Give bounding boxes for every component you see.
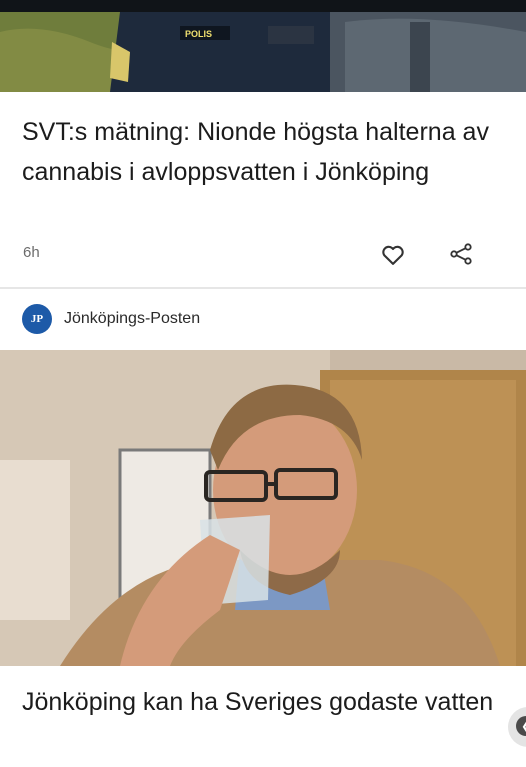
source-name: Jönköpings-Posten bbox=[64, 310, 201, 327]
polis-badge-text: POLIS bbox=[185, 29, 212, 39]
share-icon[interactable] bbox=[447, 240, 475, 268]
police-photo[interactable]: POLIS bbox=[0, 12, 526, 92]
source-logo: JP bbox=[22, 304, 52, 334]
article-headline-2[interactable]: Jönköping kan ha Sveriges godaste vatten bbox=[22, 684, 512, 720]
source-row[interactable]: JP Jönköpings-Posten bbox=[22, 303, 200, 335]
status-bar bbox=[0, 0, 526, 12]
article-headline[interactable]: SVT:s mätning: Nionde högsta halterna av… bbox=[22, 112, 512, 192]
article-timestamp: 6h bbox=[23, 244, 40, 261]
man-drinking-water-photo[interactable] bbox=[0, 350, 526, 666]
heart-icon[interactable] bbox=[379, 240, 407, 268]
